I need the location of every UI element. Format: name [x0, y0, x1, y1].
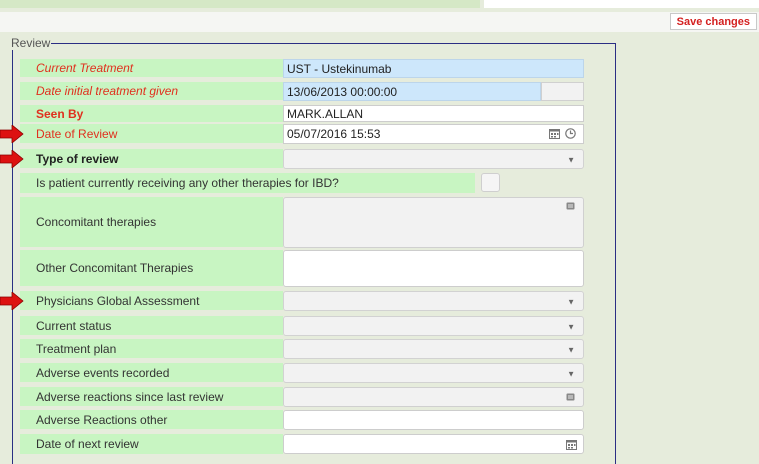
date-review-field[interactable]: 05/07/2016 15:53 — [283, 124, 584, 144]
treatment-plan-select[interactable]: ▼ — [283, 339, 584, 359]
clock-icon[interactable] — [565, 128, 576, 139]
chevron-down-icon: ▼ — [567, 345, 575, 355]
other-concomitant-label: Other Concomitant Therapies — [20, 250, 283, 286]
calendar-icon[interactable] — [549, 128, 560, 139]
adverse-other-label: Adverse Reactions other — [20, 410, 283, 429]
calendar-icon[interactable] — [566, 439, 577, 450]
date-initial-label: Date initial treatment given — [20, 82, 283, 100]
adverse-reactions-field[interactable] — [283, 387, 584, 407]
top-strip-right — [484, 0, 759, 8]
adverse-events-select[interactable]: ▼ — [283, 363, 584, 383]
arrow-right-icon — [0, 150, 24, 168]
pga-select[interactable]: ▼ — [283, 291, 584, 311]
other-therapies-label: Is patient currently receiving any other… — [20, 173, 475, 193]
date-initial-extra — [541, 82, 584, 101]
other-concomitant-field[interactable] — [283, 250, 584, 287]
seen-by-field[interactable]: MARK.ALLAN — [283, 105, 584, 122]
current-treatment-field: UST - Ustekinumab — [283, 59, 584, 78]
seen-by-label: Seen By — [20, 105, 283, 122]
chevron-down-icon: ▼ — [567, 155, 575, 165]
arrow-right-icon — [0, 292, 24, 310]
review-legend: Review — [10, 36, 52, 50]
current-status-label: Current status — [20, 316, 283, 335]
current-treatment-label: Current Treatment — [20, 59, 283, 77]
type-review-select[interactable]: ▼ — [283, 149, 584, 169]
toolbar: Save changes — [0, 12, 759, 32]
next-review-label: Date of next review — [20, 434, 283, 454]
chevron-down-icon: ▼ — [567, 297, 575, 307]
adverse-other-field[interactable] — [283, 410, 584, 430]
date-review-label: Date of Review — [20, 124, 283, 143]
concomitant-field[interactable] — [283, 197, 584, 248]
treatment-plan-label: Treatment plan — [20, 339, 283, 358]
type-review-label: Type of review — [20, 149, 283, 168]
save-changes-button[interactable]: Save changes — [669, 13, 757, 30]
next-review-field[interactable] — [283, 434, 584, 454]
top-strip — [0, 0, 480, 8]
list-icon[interactable] — [566, 393, 575, 401]
current-status-select[interactable]: ▼ — [283, 316, 584, 336]
concomitant-label: Concomitant therapies — [20, 197, 283, 247]
list-icon[interactable] — [566, 202, 575, 210]
date-initial-field: 13/06/2013 00:00:00 — [283, 82, 541, 101]
adverse-reactions-label: Adverse reactions since last review — [20, 387, 283, 406]
chevron-down-icon: ▼ — [567, 322, 575, 332]
pga-label: Physicians Global Assessment — [20, 291, 283, 310]
adverse-events-label: Adverse events recorded — [20, 363, 283, 382]
chevron-down-icon: ▼ — [567, 369, 575, 379]
other-therapies-checkbox[interactable] — [481, 173, 500, 192]
arrow-right-icon — [0, 125, 24, 143]
